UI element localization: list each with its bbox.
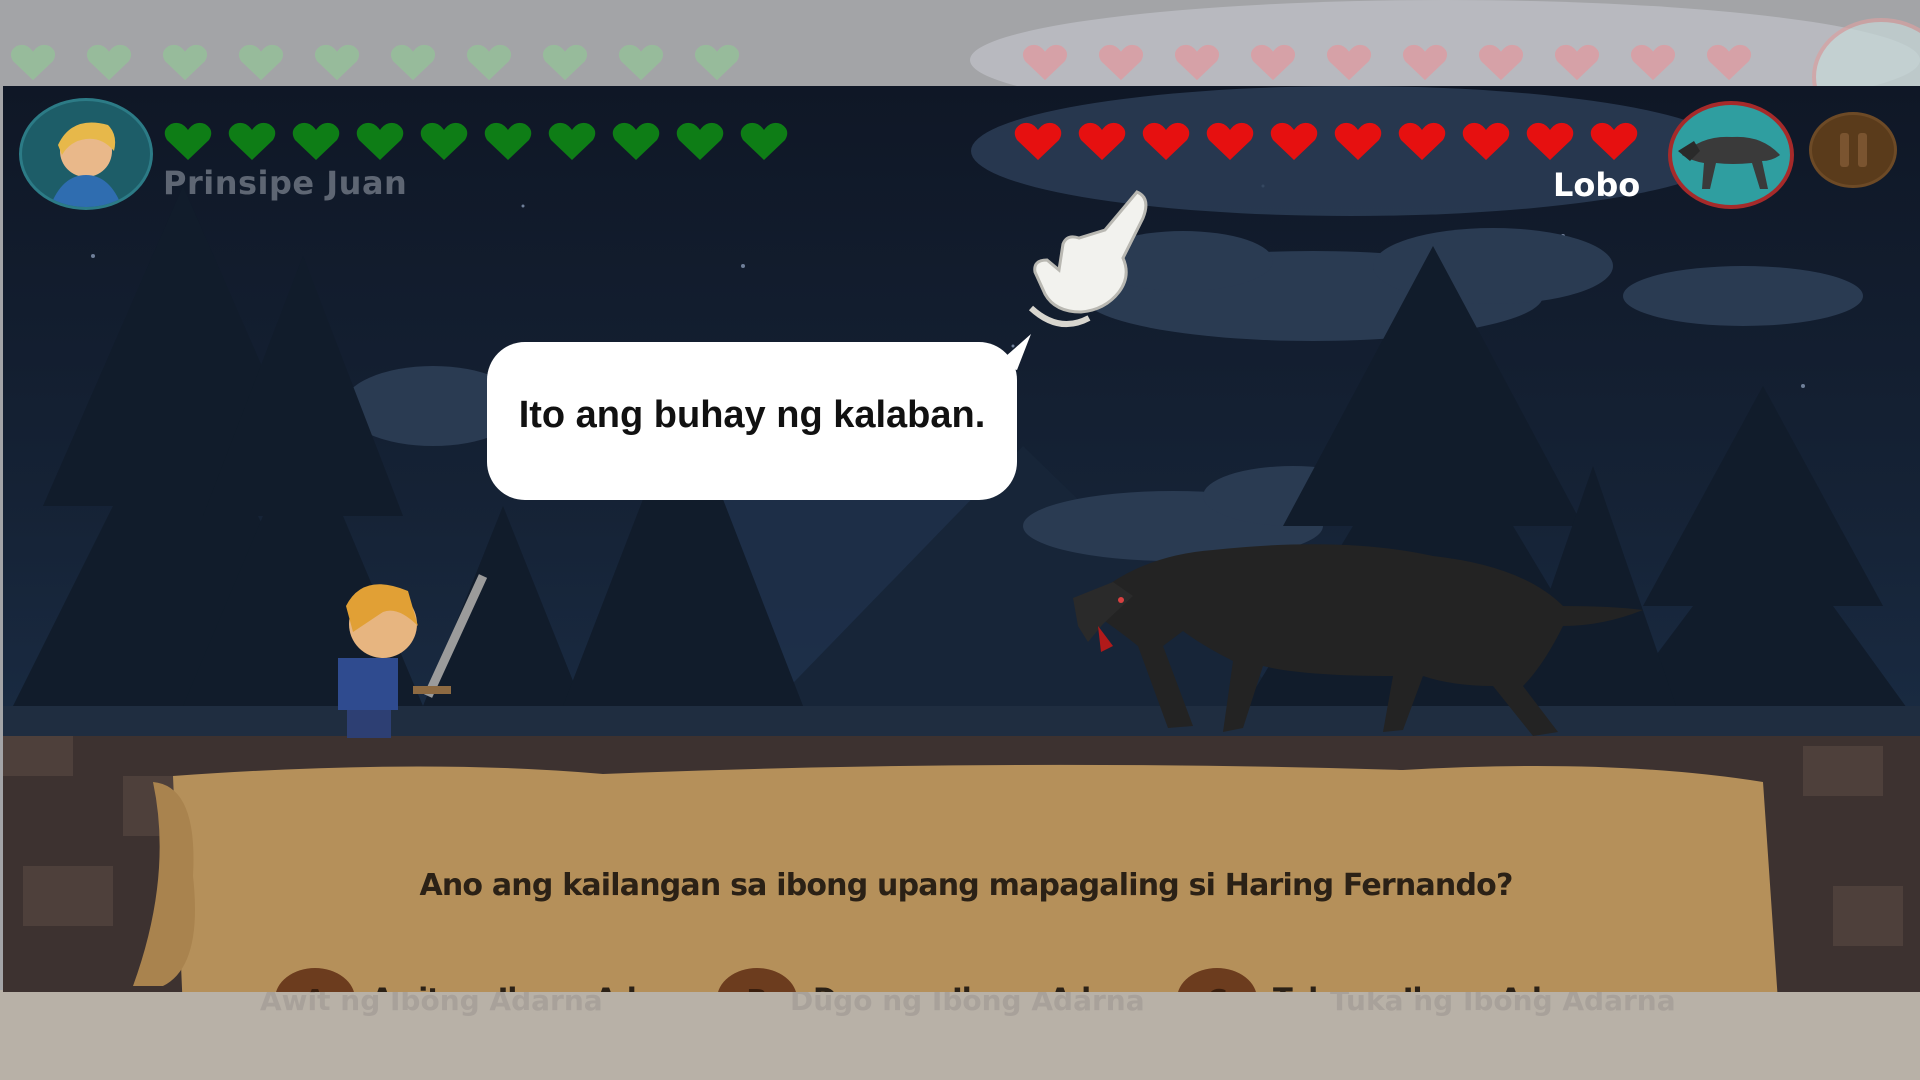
red-heart-icon [1142, 122, 1190, 160]
enemy-portrait [1668, 101, 1794, 209]
ghost-green-heart-icon [542, 44, 588, 81]
ghost-green-heart-icon [10, 44, 56, 81]
red-heart-icon [1078, 122, 1126, 160]
ghost-green-heart-icon [86, 44, 132, 81]
prince-avatar-icon [50, 122, 122, 207]
ghost-player-hearts [8, 44, 742, 82]
game-viewport: Prinsipe Juan Lobo Ito ang buhay ng kala… [3, 86, 1920, 992]
ghost-green-heart-icon [466, 44, 512, 81]
ghost-green-heart-icon [162, 44, 208, 81]
green-heart-icon [356, 122, 404, 160]
green-heart-icon [420, 122, 468, 160]
green-heart-icon [740, 122, 788, 160]
ghost-green-heart-icon [238, 44, 284, 81]
red-heart-icon [1590, 122, 1638, 160]
tutorial-text: Ito ang buhay ng kalaban. [518, 394, 986, 436]
ghost-enemy-hearts [1020, 44, 1754, 82]
ghost-green-heart-icon [390, 44, 436, 81]
game-screen: Awit ng Ibong Adarna Dugo ng Ibong Adarn… [0, 0, 1920, 1080]
ghost-red-heart-icon [1326, 44, 1372, 81]
answer-c-badge: C [1177, 968, 1257, 992]
question-text: Ano ang kailangan sa ibong upang mapagal… [419, 868, 1513, 903]
red-heart-icon [1526, 122, 1574, 160]
ghost-green-heart-icon [618, 44, 664, 81]
green-heart-icon [548, 122, 596, 160]
green-heart-icon [612, 122, 660, 160]
ghost-red-heart-icon [1174, 44, 1220, 81]
ghost-red-heart-icon [1630, 44, 1676, 81]
player-portrait [19, 98, 153, 210]
red-heart-icon [1014, 122, 1062, 160]
pause-icon-bar [1858, 133, 1867, 167]
hand-pointer-icon [1028, 190, 1148, 327]
answer-a-badge: A [275, 968, 355, 992]
player-name: Prinsipe Juan [163, 164, 408, 202]
ghost-red-heart-icon [1098, 44, 1144, 81]
wolf-avatar-icon [1678, 136, 1780, 189]
question-scroll: Ano ang kailangan sa ibong upang mapagal… [151, 848, 1781, 992]
enemy-name: Lobo [1553, 166, 1641, 204]
ghost-red-heart-icon [1250, 44, 1296, 81]
green-heart-icon [228, 122, 276, 160]
red-heart-icon [1334, 122, 1382, 160]
answer-a-button[interactable]: A Awit ng Ibong Adarna [275, 968, 707, 992]
answer-c-button[interactable]: C Tuka ng Ibong Adarna [1177, 968, 1612, 992]
player-health-hearts [163, 122, 789, 162]
green-heart-icon [676, 122, 724, 160]
green-heart-icon [484, 122, 532, 160]
answer-b-button[interactable]: B Dugo ng Ibong Adarna [717, 968, 1161, 992]
ghost-green-heart-icon [694, 44, 740, 81]
ghost-red-heart-icon [1554, 44, 1600, 81]
ghost-green-heart-icon [314, 44, 360, 81]
ghost-red-heart-icon [1402, 44, 1448, 81]
pause-button[interactable] [1809, 112, 1897, 188]
enemy-health-hearts [1013, 122, 1639, 162]
green-heart-icon [292, 122, 340, 160]
pause-icon [1840, 133, 1849, 167]
bubble-tail [997, 334, 1031, 370]
red-heart-icon [1270, 122, 1318, 160]
tutorial-speech-bubble: Ito ang buhay ng kalaban. [487, 334, 1031, 500]
answer-b-label: Dugo ng Ibong Adarna [813, 982, 1161, 992]
ghost-question-scroll: Awit ng Ibong Adarna Dugo ng Ibong Adarn… [0, 984, 1920, 1080]
red-heart-icon [1398, 122, 1446, 160]
ghost-red-heart-icon [1478, 44, 1524, 81]
answer-b-badge: B [717, 968, 797, 992]
answer-c-label: Tuka ng Ibong Adarna [1273, 982, 1612, 992]
ghost-red-heart-icon [1706, 44, 1752, 81]
red-heart-icon [1206, 122, 1254, 160]
green-heart-icon [164, 122, 212, 160]
ghost-red-heart-icon [1022, 44, 1068, 81]
answer-a-label: Awit ng Ibong Adarna [371, 982, 707, 992]
red-heart-icon [1462, 122, 1510, 160]
